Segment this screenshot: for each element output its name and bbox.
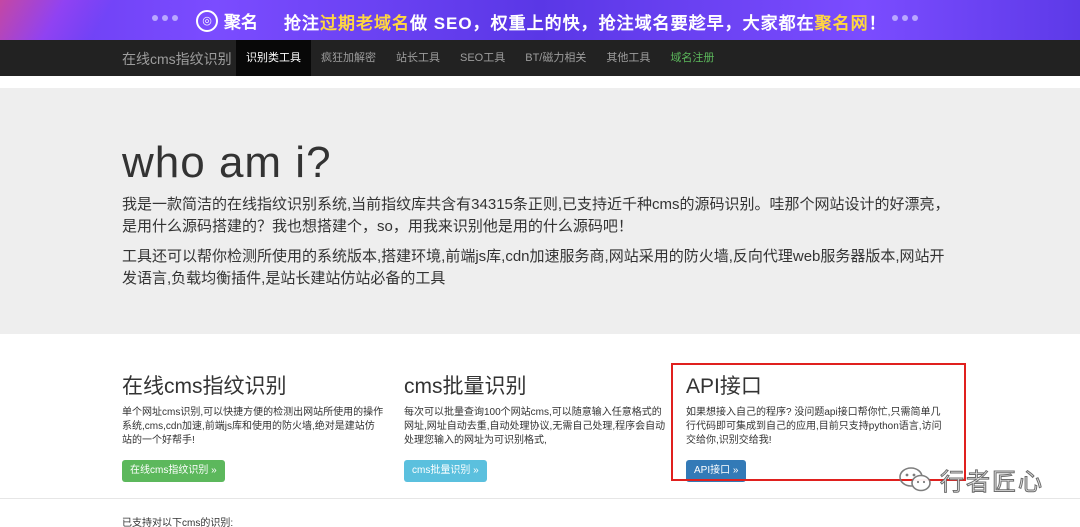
slogan-part2: 做 SEO，权重上的快，抢注域名要趁早，大家都在 (410, 14, 815, 33)
wechat-icon (899, 466, 931, 491)
banner-decoration (0, 0, 140, 40)
divider (0, 498, 1080, 499)
intro-paragraph: 我是一款简洁的在线指纹识别系统,当前指纹库共含有34315条正则,已支持近千种c… (122, 196, 950, 235)
promo-banner[interactable]: ◎ 聚名 抢注过期老域名做 SEO，权重上的快，抢注域名要趁早，大家都在聚名网！ (0, 0, 1080, 40)
navbar-brand[interactable]: 在线cms指纹识别 (122, 49, 232, 69)
feature-online-cms: 在线cms指纹识别 单个网址cms识别,可以快捷方便的检测出网站所使用的操作系统… (122, 370, 384, 482)
nav-item-crypto[interactable]: 疯狂加解密 (311, 40, 386, 76)
logo-mark-icon: ◎ (196, 9, 218, 32)
feature-title: cms批量识别 (404, 375, 527, 398)
top-navbar: 在线cms指纹识别 识别类工具 疯狂加解密 站长工具 SEO工具 BT/磁力相关… (0, 40, 1080, 76)
nav-item-seo-tools[interactable]: SEO工具 (450, 40, 515, 76)
slogan-highlight2: 聚名网 (814, 14, 869, 33)
feature-title: 在线cms指纹识别 (122, 375, 287, 398)
feature-description: 每次可以批量查询100个网站cms,可以随意输入任意格式的网址,网址自动去重,自… (404, 407, 666, 446)
banner-slogan: 抢注过期老域名做 SEO，权重上的快，抢注域名要趁早，大家都在聚名网！ (284, 9, 887, 34)
nav-item-recognition-tools[interactable]: 识别类工具 (236, 40, 311, 76)
slogan-highlight1: 过期老域名 (320, 14, 410, 33)
slogan-end: ！ (868, 14, 887, 33)
banner-dots-right (892, 15, 918, 21)
online-cms-button[interactable]: 在线cms指纹识别 » (122, 460, 225, 482)
tools-paragraph: 工具还可以帮你检测所使用的系统版本,搭建环境,前端js库,cdn加速服务商,网站… (122, 248, 945, 287)
batch-cms-button[interactable]: cms批量识别 » (404, 460, 487, 482)
banner-logo-text: 聚名 (224, 13, 258, 32)
nav-item-other-tools[interactable]: 其他工具 (596, 40, 660, 76)
supported-cms-label: 已支持对以下cms的识别: (122, 518, 234, 527)
slogan-part1: 抢注 (284, 14, 320, 33)
banner-dots-left (152, 15, 178, 21)
watermark-text: 行者匠心 (940, 469, 1044, 497)
feature-batch-cms: cms批量识别 每次可以批量查询100个网站cms,可以随意输入任意格式的网址,… (404, 370, 666, 482)
navbar-menu: 识别类工具 疯狂加解密 站长工具 SEO工具 BT/磁力相关 其他工具 域名注册 (236, 40, 724, 76)
banner-logo[interactable]: ◎ 聚名 (196, 8, 258, 33)
feature-description: 单个网址cms识别,可以快捷方便的检测出网站所使用的操作系统,cms,cdn加速… (122, 407, 384, 446)
page-heading: who am i? (122, 138, 332, 187)
jumbotron: who am i? 我是一款简洁的在线指纹识别系统,当前指纹库共含有34315条… (0, 88, 1080, 334)
nav-item-domain-register[interactable]: 域名注册 (660, 40, 724, 76)
watermark: 行者匠心 (898, 462, 1044, 497)
nav-item-bt-magnet[interactable]: BT/磁力相关 (515, 40, 596, 76)
nav-item-webmaster-tools[interactable]: 站长工具 (386, 40, 450, 76)
